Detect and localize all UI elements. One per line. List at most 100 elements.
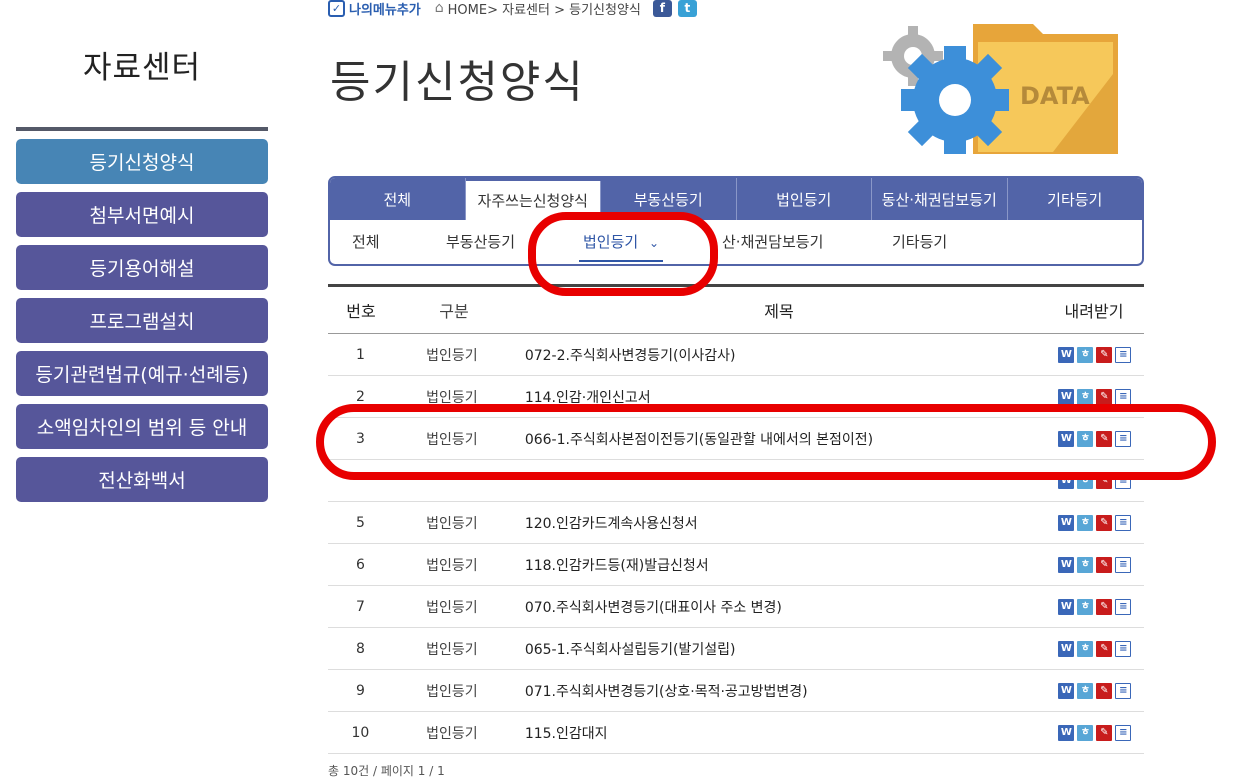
row-number: 6: [355, 556, 365, 573]
subtab-other[interactable]: 기타등기: [892, 222, 947, 262]
home-icon[interactable]: ⌂: [435, 0, 444, 16]
tab-real-estate[interactable]: 부동산등기: [601, 178, 737, 220]
result-count: 총 10건 / 페이지 1 / 1: [328, 764, 445, 778]
tab-movable-claims[interactable]: 동산·채권담보등기: [872, 178, 1008, 220]
pdf-file-icon[interactable]: ✎: [1096, 556, 1113, 573]
row-title-link[interactable]: 070.주식회사변경등기(대표이사 주소 변경): [511, 597, 1046, 617]
word-file-icon[interactable]: W: [1058, 598, 1075, 615]
pdf-file-icon[interactable]: ✎: [1096, 388, 1113, 405]
word-file-icon[interactable]: W: [1058, 640, 1075, 657]
subtab-movable-claims[interactable]: 산·채권담보등기: [722, 222, 823, 262]
tab-corporate[interactable]: 법인등기: [737, 178, 872, 220]
hwp-file-icon[interactable]: ㅎ: [1077, 556, 1094, 573]
table-row: 2 법인등기 114.인감·개인신고서 W ㅎ ✎ ≡: [328, 376, 1144, 418]
pdf-file-icon[interactable]: ✎: [1096, 598, 1113, 615]
word-file-icon[interactable]: W: [1058, 556, 1075, 573]
row-number: 2: [355, 388, 365, 405]
hwp-file-icon[interactable]: ㅎ: [1077, 640, 1094, 657]
text-file-icon[interactable]: ≡: [1115, 598, 1132, 615]
text-file-icon[interactable]: ≡: [1115, 514, 1132, 531]
row-title-link[interactable]: 115.인감대지: [511, 723, 1046, 743]
sidebar-item-registration-forms[interactable]: 등기신청양식: [16, 139, 268, 184]
pdf-file-icon[interactable]: ✎: [1096, 724, 1113, 741]
facebook-icon[interactable]: f: [652, 0, 672, 17]
row-title-link[interactable]: 114.인감·개인신고서: [511, 387, 1046, 407]
subtab-real-estate[interactable]: 부동산등기: [446, 222, 515, 262]
download-icons: W ㅎ ✎ ≡: [1046, 682, 1144, 699]
text-file-icon[interactable]: ≡: [1115, 640, 1132, 657]
word-file-icon[interactable]: W: [1058, 724, 1075, 741]
table-row: 1 법인등기 072-2.주식회사변경등기(이사감사) W ㅎ ✎ ≡: [328, 334, 1144, 376]
pdf-file-icon[interactable]: ✎: [1096, 472, 1113, 489]
row-category: 법인등기: [426, 641, 478, 658]
text-file-icon[interactable]: ≡: [1115, 682, 1132, 699]
download-icons: W ㅎ ✎ ≡: [1046, 556, 1144, 573]
hwp-file-icon[interactable]: ㅎ: [1077, 430, 1094, 447]
row-category: 법인등기: [426, 347, 478, 364]
row-number: 7: [355, 598, 365, 615]
row-number: 10: [351, 724, 370, 741]
row-title-link[interactable]: 072-2.주식회사변경등기(이사감사): [511, 345, 1046, 365]
row-title-link[interactable]: 118.인감카드등(재)발급신청서: [511, 555, 1046, 575]
forms-table: 번호 구분 제목 내려받기 1 법인등기 072-2.주식회사변경등기(이사감사) W…: [328, 284, 1144, 754]
row-title-link[interactable]: 066-1.주식회사본점이전등기(동일관할 내에서의 본점이전): [511, 429, 1046, 449]
table-row: 5 법인등기 120.인감카드계속사용신청서 W ㅎ ✎ ≡: [328, 502, 1144, 544]
row-number: 3: [355, 430, 365, 447]
text-file-icon[interactable]: ≡: [1115, 724, 1132, 741]
text-file-icon[interactable]: ≡: [1115, 388, 1132, 405]
add-my-menu-link[interactable]: ✓ 나의메뉴추가: [328, 0, 421, 18]
hwp-file-icon[interactable]: ㅎ: [1077, 682, 1094, 699]
subtab-all[interactable]: 전체: [352, 222, 380, 262]
header-title: 제목: [764, 302, 794, 321]
row-title-link[interactable]: 071.주식회사변경등기(상호·목적·공고방법변경): [511, 681, 1046, 701]
hwp-file-icon[interactable]: ㅎ: [1077, 388, 1094, 405]
download-icons: W ㅎ ✎ ≡: [1046, 472, 1144, 489]
pdf-file-icon[interactable]: ✎: [1096, 514, 1113, 531]
row-category: 법인등기: [426, 599, 478, 616]
hwp-file-icon[interactable]: ㅎ: [1077, 514, 1094, 531]
twitter-icon[interactable]: t: [677, 0, 697, 17]
sidebar-item-attachment-examples[interactable]: 첨부서면예시: [16, 192, 268, 237]
word-file-icon[interactable]: W: [1058, 430, 1075, 447]
sidebar-item-regulations[interactable]: 등기관련법규(예규·선례등): [16, 351, 268, 396]
word-file-icon[interactable]: W: [1058, 514, 1075, 531]
table-row: 6 법인등기 118.인감카드등(재)발급신청서 W ㅎ ✎ ≡: [328, 544, 1144, 586]
table-row: W ㅎ ✎ ≡: [328, 460, 1144, 502]
hwp-file-icon[interactable]: ㅎ: [1077, 724, 1094, 741]
sidebar-item-glossary[interactable]: 등기용어해설: [16, 245, 268, 290]
text-file-icon[interactable]: ≡: [1115, 346, 1132, 363]
hwp-file-icon[interactable]: ㅎ: [1077, 346, 1094, 363]
download-icons: W ㅎ ✎ ≡: [1046, 724, 1144, 741]
download-icons: W ㅎ ✎ ≡: [1046, 640, 1144, 657]
hwp-file-icon[interactable]: ㅎ: [1077, 472, 1094, 489]
add-my-menu-label: 나의메뉴추가: [349, 2, 421, 18]
pdf-file-icon[interactable]: ✎: [1096, 640, 1113, 657]
tab-all[interactable]: 전체: [330, 178, 466, 220]
text-file-icon[interactable]: ≡: [1115, 430, 1132, 447]
word-file-icon[interactable]: W: [1058, 472, 1075, 489]
sidebar-item-program-install[interactable]: 프로그램설치: [16, 298, 268, 343]
hwp-file-icon[interactable]: ㅎ: [1077, 598, 1094, 615]
tab-other[interactable]: 기타등기: [1008, 178, 1143, 220]
row-title-link[interactable]: 065-1.주식회사설립등기(발기설립): [511, 639, 1046, 659]
table-row: 9 법인등기 071.주식회사변경등기(상호·목적·공고방법변경) W ㅎ ✎ ≡: [328, 670, 1144, 712]
header-category: 구분: [439, 302, 469, 321]
word-file-icon[interactable]: W: [1058, 346, 1075, 363]
word-file-icon[interactable]: W: [1058, 388, 1075, 405]
subtab-corporate[interactable]: 법인등기 ⌄: [579, 222, 664, 262]
banner-data-label: DATA: [1020, 82, 1090, 110]
tab-frequent-forms[interactable]: 자주쓰는신청양식: [465, 181, 601, 220]
download-icons: W ㅎ ✎ ≡: [1046, 346, 1144, 363]
pdf-file-icon[interactable]: ✎: [1096, 682, 1113, 699]
download-icons: W ㅎ ✎ ≡: [1046, 598, 1144, 615]
sidebar-item-small-tenant-guide[interactable]: 소액임차인의 범위 등 안내: [16, 404, 268, 449]
text-file-icon[interactable]: ≡: [1115, 472, 1132, 489]
word-file-icon[interactable]: W: [1058, 682, 1075, 699]
pdf-file-icon[interactable]: ✎: [1096, 430, 1113, 447]
active-underline: [579, 260, 664, 262]
row-title-link[interactable]: 120.인감카드계속사용신청서: [511, 513, 1046, 533]
text-file-icon[interactable]: ≡: [1115, 556, 1132, 573]
table-row: 10 법인등기 115.인감대지 W ㅎ ✎ ≡: [328, 712, 1144, 754]
pdf-file-icon[interactable]: ✎: [1096, 346, 1113, 363]
sidebar-item-computerization-whitepaper[interactable]: 전산화백서: [16, 457, 268, 502]
